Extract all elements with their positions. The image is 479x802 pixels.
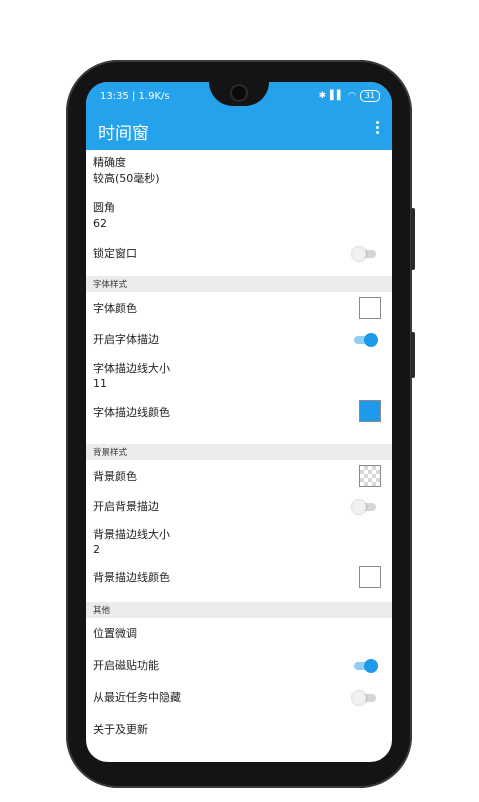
setting-about[interactable]: 关于及更新 <box>86 716 392 746</box>
bluetooth-icon: ✱ <box>318 91 327 101</box>
section-other-label: 其他 <box>93 606 111 616</box>
setting-precision[interactable]: 精确度 较高(50毫秒) <box>86 150 392 194</box>
setting-font-stroke-size[interactable]: 字体描边线大小 11 <box>86 358 392 392</box>
camera-icon <box>232 86 246 100</box>
setting-precision-value: 较高(50毫秒) <box>93 172 160 185</box>
setting-magnet-label: 开启磁贴功能 <box>93 659 159 672</box>
bg-color-swatch[interactable] <box>359 465 381 487</box>
camera-notch <box>209 82 269 106</box>
setting-position-tune[interactable]: 位置微调 <box>86 620 392 650</box>
setting-font-stroke-color-label: 字体描边线颜色 <box>93 406 170 419</box>
section-font-style-label: 字体样式 <box>93 280 128 290</box>
section-background-style: 背景样式 <box>86 444 392 460</box>
lock-window-toggle[interactable] <box>352 247 378 261</box>
setting-bg-stroke-size[interactable]: 背景描边线大小 2 <box>86 524 392 558</box>
setting-precision-title: 精确度 <box>93 156 126 169</box>
font-color-swatch[interactable] <box>359 297 381 319</box>
setting-bg-stroke-color-label: 背景描边线颜色 <box>93 571 170 584</box>
section-other: 其他 <box>86 602 392 618</box>
setting-bg-stroke-size-value: 2 <box>93 543 100 556</box>
setting-font-stroke-label: 开启字体描边 <box>93 333 159 346</box>
setting-bg-stroke-label: 开启背景描边 <box>93 500 159 513</box>
setting-font-stroke[interactable]: 开启字体描边 <box>86 326 392 356</box>
setting-bg-stroke-size-title: 背景描边线大小 <box>93 528 170 541</box>
setting-bg-stroke[interactable]: 开启背景描边 <box>86 494 392 524</box>
more-vert-icon[interactable] <box>376 121 380 137</box>
status-time: 13:35 | 1.9K/s <box>100 91 170 102</box>
setting-bg-stroke-color[interactable]: 背景描边线颜色 <box>86 562 392 594</box>
setting-position-tune-label: 位置微调 <box>93 627 137 640</box>
setting-hide-recent[interactable]: 从最近任务中隐藏 <box>86 684 392 714</box>
setting-magnet[interactable]: 开启磁贴功能 <box>86 652 392 682</box>
signal-icon: ▌▌ <box>330 91 344 101</box>
setting-font-color-label: 字体颜色 <box>93 302 137 315</box>
status-bar: 13:35 | 1.9K/s ✱ ▌▌ ◠ 31 <box>86 82 392 110</box>
setting-corner-value: 62 <box>93 217 107 230</box>
wifi-icon: ◠ <box>347 91 356 101</box>
phone-frame: 13:35 | 1.9K/s ✱ ▌▌ ◠ 31 时间窗 精确度 较高(50毫秒… <box>66 60 415 788</box>
setting-lock-window-label: 锁定窗口 <box>93 247 137 260</box>
magnet-toggle[interactable] <box>352 659 378 673</box>
setting-lock-window[interactable]: 锁定窗口 <box>86 240 392 276</box>
setting-font-stroke-size-value: 11 <box>93 377 107 390</box>
bg-stroke-toggle[interactable] <box>352 500 378 514</box>
screen: 13:35 | 1.9K/s ✱ ▌▌ ◠ 31 时间窗 精确度 较高(50毫秒… <box>86 82 392 762</box>
setting-font-stroke-size-title: 字体描边线大小 <box>93 362 170 375</box>
setting-corner-title: 圆角 <box>93 201 115 214</box>
bg-stroke-color-swatch[interactable] <box>359 566 381 588</box>
setting-font-stroke-color[interactable]: 字体描边线颜色 <box>86 394 392 430</box>
battery-icon: 31 <box>359 90 380 102</box>
volume-button <box>411 208 415 270</box>
setting-about-label: 关于及更新 <box>93 723 148 736</box>
setting-hide-recent-label: 从最近任务中隐藏 <box>93 691 181 704</box>
setting-corner[interactable]: 圆角 62 <box>86 196 392 240</box>
setting-bg-color[interactable]: 背景颜色 <box>86 462 392 492</box>
section-background-style-label: 背景样式 <box>93 448 128 458</box>
font-stroke-color-swatch[interactable] <box>359 400 381 422</box>
power-button <box>411 332 415 378</box>
setting-bg-color-label: 背景颜色 <box>93 470 137 483</box>
status-icons: ✱ ▌▌ ◠ 31 <box>319 90 380 102</box>
section-font-style: 字体样式 <box>86 276 392 292</box>
hide-recent-toggle[interactable] <box>352 691 378 705</box>
app-bar: 时间窗 <box>86 110 392 150</box>
setting-font-color[interactable]: 字体颜色 <box>86 294 392 324</box>
font-stroke-toggle[interactable] <box>352 333 378 347</box>
app-title: 时间窗 <box>98 124 149 144</box>
